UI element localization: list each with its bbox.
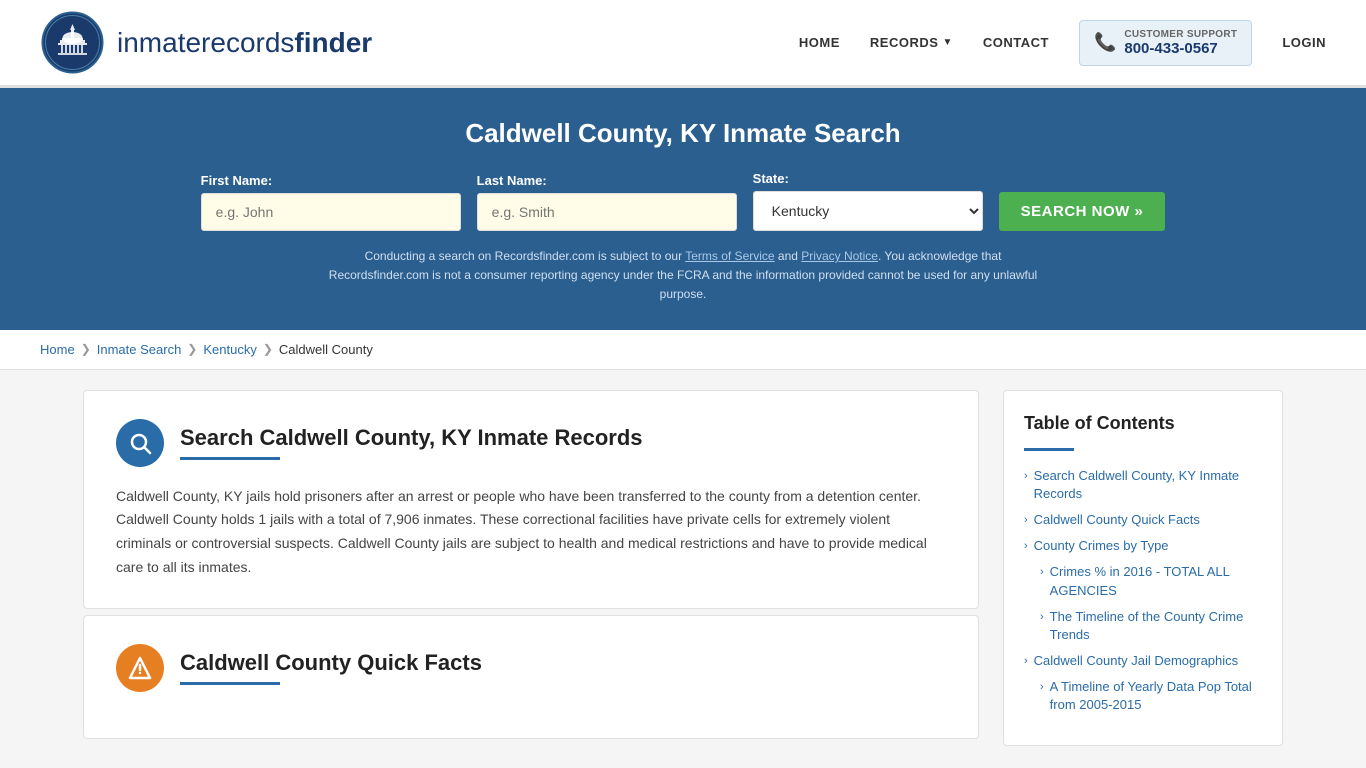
- toc-item: › Caldwell County Quick Facts: [1024, 511, 1262, 529]
- toc-item-label: Search Caldwell County, KY Inmate Record…: [1034, 467, 1262, 503]
- support-phone: 800-433-0567: [1124, 40, 1237, 57]
- toc-item-label: County Crimes by Type: [1034, 537, 1169, 555]
- toc-chevron-icon: ›: [1040, 680, 1044, 695]
- logo-icon: [40, 10, 105, 75]
- alert-icon: [128, 656, 152, 680]
- breadcrumb-inmate-search[interactable]: Inmate Search: [97, 342, 182, 357]
- last-name-label: Last Name:: [477, 173, 547, 188]
- breadcrumb-county: Caldwell County: [279, 342, 373, 357]
- search-button[interactable]: SEARCH NOW »: [999, 192, 1166, 231]
- logo-text: inmaterecordsfinder: [117, 27, 372, 59]
- title-underline: [180, 457, 280, 460]
- toc-item-label: A Timeline of Yearly Data Pop Total from…: [1050, 678, 1262, 714]
- toc-chevron-icon: ›: [1040, 565, 1044, 580]
- card-header-facts: Caldwell County Quick Facts: [116, 644, 946, 692]
- toc-chevron-icon: ›: [1024, 469, 1028, 484]
- toc-chevron-icon: ›: [1040, 610, 1044, 625]
- nav-home[interactable]: HOME: [799, 35, 840, 50]
- main-card-body: Caldwell County, KY jails hold prisoners…: [116, 485, 946, 580]
- state-label: State:: [753, 171, 789, 186]
- toc-item: › Search Caldwell County, KY Inmate Recor…: [1024, 467, 1262, 503]
- disclaimer-text: Conducting a search on Recordsfinder.com…: [323, 247, 1043, 305]
- toc-item: › County Crimes by Type: [1024, 537, 1262, 555]
- main-nav: HOME RECORDS ▼ CONTACT 📞 CUSTOMER SUPPOR…: [799, 20, 1326, 66]
- support-label: CUSTOMER SUPPORT: [1124, 29, 1237, 40]
- toc-link-2[interactable]: › County Crimes by Type: [1024, 537, 1262, 555]
- nav-records[interactable]: RECORDS ▼: [870, 35, 953, 50]
- toc-chevron-icon: ›: [1024, 513, 1028, 528]
- search-card: Search Caldwell County, KY Inmate Record…: [83, 390, 979, 609]
- toc-chevron-icon: ›: [1024, 654, 1028, 669]
- state-select[interactable]: KentuckyAlabamaAlaskaArizonaArkansasCali…: [753, 191, 983, 231]
- toc-item-label: Crimes % in 2016 - TOTAL ALL AGENCIES: [1050, 563, 1262, 599]
- main-content: Search Caldwell County, KY Inmate Record…: [43, 390, 1323, 746]
- toc-link-6[interactable]: › A Timeline of Yearly Data Pop Total fro…: [1040, 678, 1262, 714]
- toc-item: › Crimes % in 2016 - TOTAL ALL AGENCIES: [1024, 563, 1262, 599]
- breadcrumb-sep-2: ❯: [187, 342, 197, 356]
- toc-item: › Caldwell County Jail Demographics: [1024, 652, 1262, 670]
- breadcrumb-sep-3: ❯: [263, 342, 273, 356]
- toc-item-label: Caldwell County Quick Facts: [1034, 511, 1200, 529]
- toc-chevron-icon: ›: [1024, 539, 1028, 554]
- toc-link-5[interactable]: › Caldwell County Jail Demographics: [1024, 652, 1262, 670]
- search-card-icon-circle: [116, 419, 164, 467]
- first-name-input[interactable]: [201, 193, 461, 231]
- logo-area: inmaterecordsfinder: [40, 10, 372, 75]
- toc-list: › Search Caldwell County, KY Inmate Recor…: [1024, 467, 1262, 715]
- toc-link-1[interactable]: › Caldwell County Quick Facts: [1024, 511, 1262, 529]
- search-title: Caldwell County, KY Inmate Search: [40, 118, 1326, 149]
- last-name-group: Last Name:: [477, 173, 737, 231]
- breadcrumb: Home ❯ Inmate Search ❯ Kentucky ❯ Caldwe…: [0, 330, 1366, 370]
- terms-link[interactable]: Terms of Service: [685, 249, 774, 263]
- quick-facts-title: Caldwell County Quick Facts: [180, 650, 482, 676]
- main-card-title: Search Caldwell County, KY Inmate Record…: [180, 425, 643, 451]
- content-area: Search Caldwell County, KY Inmate Record…: [83, 390, 979, 746]
- customer-support-box: 📞 CUSTOMER SUPPORT 800-433-0567: [1079, 20, 1252, 66]
- search-form: First Name: Last Name: State: KentuckyAl…: [40, 171, 1326, 231]
- toc-link-3[interactable]: › Crimes % in 2016 - TOTAL ALL AGENCIES: [1040, 563, 1262, 599]
- toc-divider: [1024, 448, 1074, 451]
- breadcrumb-home[interactable]: Home: [40, 342, 75, 357]
- toc-item-label: The Timeline of the County Crime Trends: [1050, 608, 1262, 644]
- facts-card-icon-circle: [116, 644, 164, 692]
- last-name-input[interactable]: [477, 193, 737, 231]
- first-name-group: First Name:: [201, 173, 461, 231]
- state-group: State: KentuckyAlabamaAlaskaArizonaArkan…: [753, 171, 983, 231]
- nav-contact[interactable]: CONTACT: [983, 35, 1049, 50]
- sidebar: Table of Contents › Search Caldwell Count…: [1003, 390, 1283, 746]
- phone-icon: 📞: [1094, 32, 1116, 53]
- first-name-label: First Name:: [201, 173, 273, 188]
- toc-link-0[interactable]: › Search Caldwell County, KY Inmate Recor…: [1024, 467, 1262, 503]
- toc-item: › The Timeline of the County Crime Trends: [1024, 608, 1262, 644]
- breadcrumb-state[interactable]: Kentucky: [203, 342, 256, 357]
- card-header-search: Search Caldwell County, KY Inmate Record…: [116, 419, 946, 467]
- breadcrumb-sep-1: ❯: [81, 342, 91, 356]
- toc-card: Table of Contents › Search Caldwell Count…: [1003, 390, 1283, 746]
- quick-facts-card: Caldwell County Quick Facts: [83, 615, 979, 739]
- header: inmaterecordsfinder HOME RECORDS ▼ CONTA…: [0, 0, 1366, 88]
- nav-login[interactable]: LOGIN: [1282, 35, 1326, 50]
- privacy-link[interactable]: Privacy Notice: [801, 249, 878, 263]
- toc-item: › A Timeline of Yearly Data Pop Total fro…: [1024, 678, 1262, 714]
- search-icon: [128, 431, 152, 455]
- toc-item-label: Caldwell County Jail Demographics: [1034, 652, 1238, 670]
- toc-title: Table of Contents: [1024, 413, 1262, 434]
- search-section: Caldwell County, KY Inmate Search First …: [0, 88, 1366, 330]
- facts-title-underline: [180, 682, 280, 685]
- toc-link-4[interactable]: › The Timeline of the County Crime Trends: [1040, 608, 1262, 644]
